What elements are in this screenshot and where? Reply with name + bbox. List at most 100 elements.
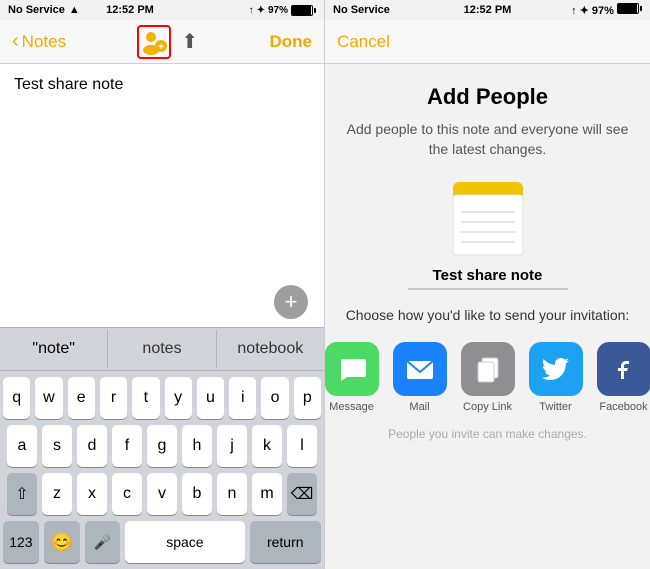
back-button[interactable]: ‹ Notes xyxy=(12,30,66,53)
mail-icon xyxy=(405,354,435,384)
back-label: Notes xyxy=(22,32,66,52)
key-c[interactable]: c xyxy=(112,473,142,515)
right-status-right: ↑ ✦ 97% xyxy=(571,3,642,17)
invite-note: People you invite can make changes. xyxy=(368,427,607,441)
space-key[interactable]: space xyxy=(125,521,244,563)
status-bar-left: No Service ▲ 12:52 PM ↑ ✦ 97% xyxy=(0,0,324,20)
key-x[interactable]: x xyxy=(77,473,107,515)
return-key[interactable]: return xyxy=(250,521,322,563)
autocomplete-bar: "note" notes notebook xyxy=(0,327,324,371)
note-area-bottom: + xyxy=(0,277,324,327)
add-content-button[interactable]: + xyxy=(274,285,308,319)
key-h[interactable]: h xyxy=(182,425,212,467)
keyboard-row-1: q w e r t y u i o p xyxy=(3,377,321,419)
key-n[interactable]: n xyxy=(217,473,247,515)
mail-icon-bg xyxy=(393,342,447,396)
key-z[interactable]: z xyxy=(42,473,72,515)
share-message-button[interactable]: Message xyxy=(325,342,379,413)
autocomplete-item-2[interactable]: notes xyxy=(108,330,216,368)
signal-label-left: No Service xyxy=(8,4,65,16)
time-left: 12:52 PM xyxy=(106,4,154,16)
bt-icon-right: ✦ xyxy=(580,5,589,17)
nav-icons: + ⬆ xyxy=(137,25,198,59)
key-r[interactable]: r xyxy=(100,377,127,419)
key-m[interactable]: m xyxy=(252,473,282,515)
mic-key[interactable]: 🎤 xyxy=(85,521,121,563)
note-text-area[interactable]: Test share note xyxy=(0,64,324,277)
share-button[interactable]: ⬆ xyxy=(181,29,198,54)
share-icons-row: Message Mail xyxy=(325,342,650,413)
key-w[interactable]: w xyxy=(35,377,62,419)
twitter-label: Twitter xyxy=(539,401,571,413)
add-people-button[interactable]: + xyxy=(137,25,171,59)
key-l[interactable]: l xyxy=(287,425,317,467)
time-right: 12:52 PM xyxy=(464,4,512,16)
arrow-icon-left: ↑ xyxy=(249,5,254,16)
status-bar-right: No Service 12:52 PM ↑ ✦ 97% xyxy=(325,0,650,20)
key-v[interactable]: v xyxy=(147,473,177,515)
arrow-icon-right: ↑ xyxy=(571,5,577,17)
key-g[interactable]: g xyxy=(147,425,177,467)
right-panel: No Service 12:52 PM ↑ ✦ 97% Cancel Add P… xyxy=(325,0,650,569)
cancel-button[interactable]: Cancel xyxy=(337,32,390,52)
battery-pct-left: 97% xyxy=(268,5,288,16)
keyboard: q w e r t y u i o p a s d f g h j k l ⇧ … xyxy=(0,371,324,569)
twitter-icon xyxy=(541,354,571,384)
share-facebook-button[interactable]: Facebook xyxy=(597,342,650,413)
done-button[interactable]: Done xyxy=(269,32,312,52)
key-s[interactable]: s xyxy=(42,425,72,467)
message-icon-bg xyxy=(325,342,379,396)
facebook-icon-bg xyxy=(597,342,650,396)
left-panel: No Service ▲ 12:52 PM ↑ ✦ 97% ‹ Notes xyxy=(0,0,325,569)
copy-icon xyxy=(473,354,503,384)
keyboard-row-3: ⇧ z x c v b n m ⌫ xyxy=(3,473,321,515)
key-b[interactable]: b xyxy=(182,473,212,515)
add-people-content: Add People Add people to this note and e… xyxy=(325,64,650,451)
autocomplete-item-3[interactable]: notebook xyxy=(217,330,324,368)
share-mail-button[interactable]: Mail xyxy=(393,342,447,413)
num-key[interactable]: 123 xyxy=(3,521,39,563)
battery-pct-right: 97% xyxy=(592,5,614,17)
keyboard-row-2: a s d f g h j k l xyxy=(3,425,321,467)
key-i[interactable]: i xyxy=(229,377,256,419)
shift-key[interactable]: ⇧ xyxy=(7,473,37,515)
svg-text:+: + xyxy=(158,42,164,53)
key-a[interactable]: a xyxy=(7,425,37,467)
key-j[interactable]: j xyxy=(217,425,247,467)
key-y[interactable]: y xyxy=(165,377,192,419)
emoji-key[interactable]: 😊 xyxy=(44,521,80,563)
nav-bar-right: Cancel xyxy=(325,20,650,64)
battery-icon-right xyxy=(617,3,642,14)
note-underline xyxy=(408,288,568,290)
battery-icon-left xyxy=(291,5,316,16)
bt-icon-left: ✦ xyxy=(257,5,265,16)
key-p[interactable]: p xyxy=(294,377,321,419)
key-t[interactable]: t xyxy=(132,377,159,419)
chevron-left-icon: ‹ xyxy=(12,30,19,53)
key-o[interactable]: o xyxy=(261,377,288,419)
signal-label-right: No Service xyxy=(333,4,390,16)
key-k[interactable]: k xyxy=(252,425,282,467)
key-d[interactable]: d xyxy=(77,425,107,467)
copy-icon-bg xyxy=(461,342,515,396)
wifi-icon-left: ▲ xyxy=(69,4,80,16)
delete-key[interactable]: ⌫ xyxy=(287,473,317,515)
key-f[interactable]: f xyxy=(112,425,142,467)
message-label: Message xyxy=(329,401,374,413)
twitter-icon-bg xyxy=(529,342,583,396)
choose-text: Choose how you'd like to send your invit… xyxy=(346,306,630,326)
note-area: Test share note + xyxy=(0,64,324,327)
key-e[interactable]: e xyxy=(68,377,95,419)
notes-illustration xyxy=(443,177,533,267)
add-people-subtitle: Add people to this note and everyone wil… xyxy=(345,120,630,159)
facebook-label: Facebook xyxy=(599,401,647,413)
key-u[interactable]: u xyxy=(197,377,224,419)
autocomplete-item-1[interactable]: "note" xyxy=(0,330,108,368)
left-status: No Service ▲ xyxy=(8,4,80,16)
share-twitter-button[interactable]: Twitter xyxy=(529,342,583,413)
nav-bar-left: ‹ Notes + ⬆ Done xyxy=(0,20,324,64)
key-q[interactable]: q xyxy=(3,377,30,419)
share-copy-button[interactable]: Copy Link xyxy=(461,342,515,413)
mail-label: Mail xyxy=(409,401,429,413)
note-name-label: Test share note xyxy=(433,267,543,284)
